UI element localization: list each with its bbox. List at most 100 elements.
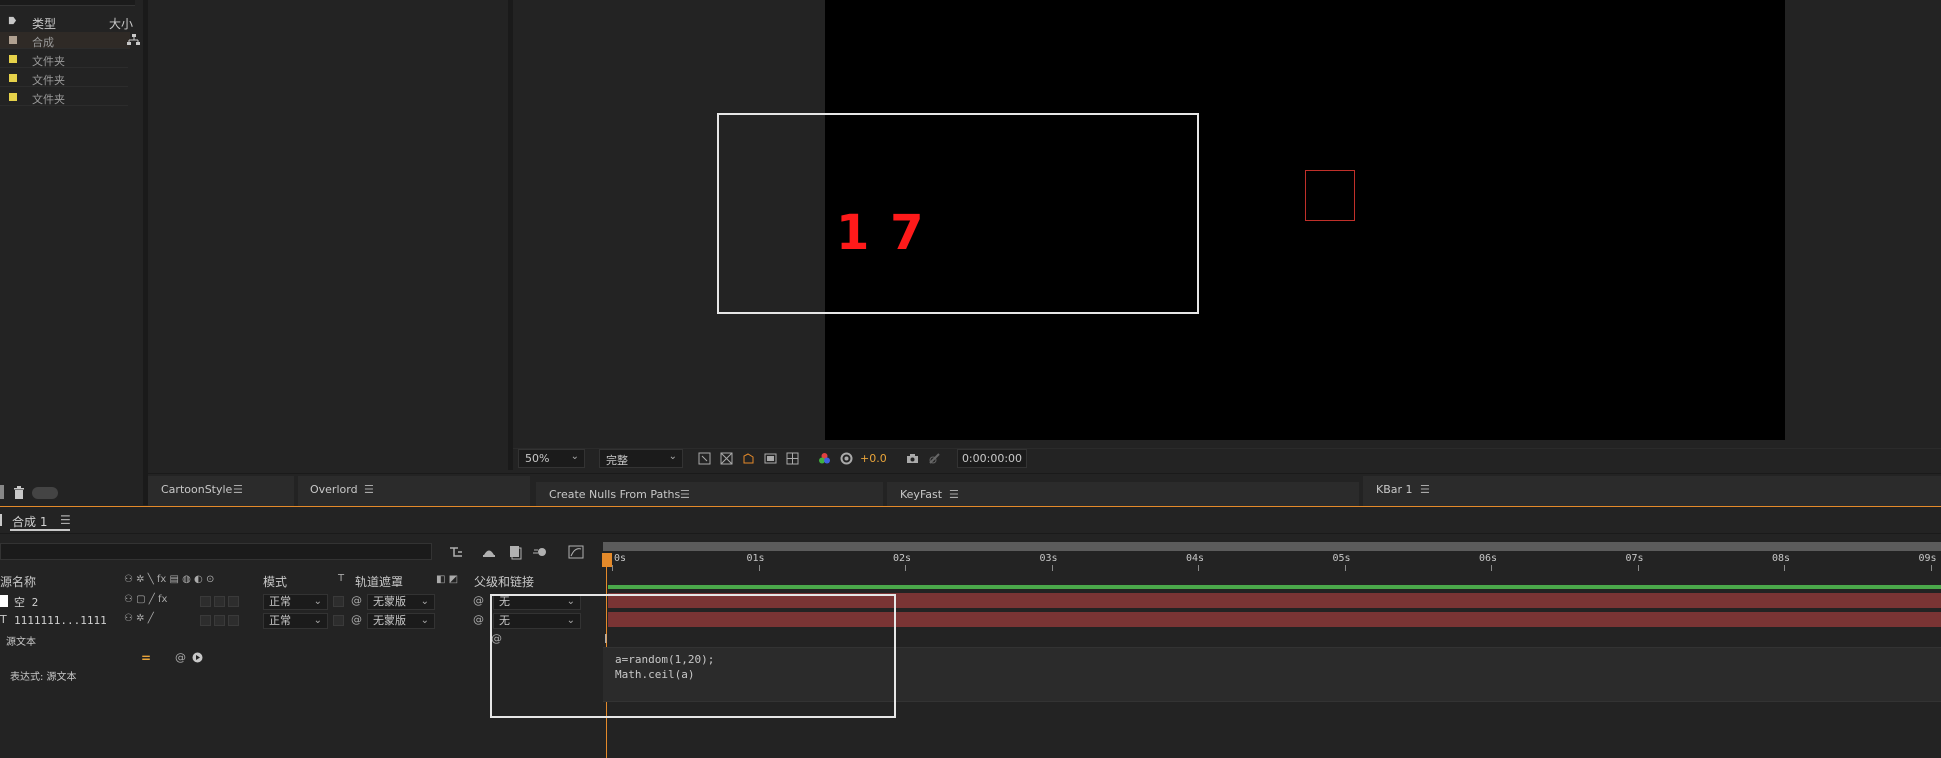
mask-path-icon[interactable] xyxy=(742,452,755,465)
reset-exposure-icon[interactable] xyxy=(840,452,853,465)
trash-icon[interactable] xyxy=(13,486,25,499)
tab-label: KeyFast xyxy=(900,488,943,501)
frame-blending-icon[interactable] xyxy=(507,544,523,560)
preserve-transparency-box[interactable] xyxy=(333,615,344,626)
expression-language-menu-icon[interactable] xyxy=(192,652,203,663)
blend-mode-select[interactable]: 正常 ⌄ xyxy=(263,613,328,629)
track-matte-select[interactable]: 无蒙版 ⌄ xyxy=(367,594,435,610)
time-tick xyxy=(1491,565,1492,571)
col-parent-link[interactable]: 父级和链接 xyxy=(474,573,534,590)
chevron-down-icon: ⌄ xyxy=(313,615,322,626)
current-time-indicator[interactable] xyxy=(602,553,612,567)
tab-cartoonstyle[interactable]: CartoonStyle ☰ xyxy=(148,476,294,506)
safe-margins-icon[interactable] xyxy=(764,452,777,465)
col-track-matte[interactable]: 轨道遮罩 xyxy=(355,573,403,590)
project-item-folder[interactable]: 文件夹 xyxy=(0,89,130,106)
grid-guides-icon[interactable] xyxy=(786,452,799,465)
property-source-text[interactable]: 源文本 xyxy=(6,633,36,648)
switches-header-icons: ⚇ ✲ ╲ fx ▤ ◍ ◐ ⊙ xyxy=(124,574,215,585)
show-snapshot-icon[interactable] xyxy=(928,452,941,465)
parent-pick-whip-icon[interactable]: @ xyxy=(473,594,484,607)
pick-whip-icon[interactable]: @ xyxy=(351,594,362,607)
tab-label: Overlord xyxy=(310,483,358,496)
expression-enable-toggle[interactable]: = xyxy=(141,651,151,665)
camera-snapshot-icon[interactable] xyxy=(906,452,919,465)
project-search-bar[interactable] xyxy=(0,0,135,6)
project-item-folder[interactable]: 文件夹 xyxy=(0,70,130,87)
panel-menu-icon[interactable]: ☰ xyxy=(233,483,243,496)
switch-box[interactable] xyxy=(200,596,211,607)
switch-box[interactable] xyxy=(228,596,239,607)
tab-kbar[interactable]: KBar 1 ☰ xyxy=(1363,476,1941,506)
layer-switches[interactable]: ⚇ ✲ ╱ xyxy=(124,613,154,624)
resolution-dropdown[interactable]: 完整 ⌄ xyxy=(599,449,683,468)
chevron-down-icon: ⌄ xyxy=(420,596,429,607)
time-tick-label: 02s xyxy=(893,553,912,564)
null-layer-box[interactable] xyxy=(1305,170,1355,221)
zoom-value: 50% xyxy=(525,452,550,465)
switch-box[interactable] xyxy=(214,596,225,607)
shy-layers-icon[interactable] xyxy=(481,544,497,560)
motion-blur-icon[interactable] xyxy=(532,544,548,560)
bpc-indicator xyxy=(0,485,4,499)
region-of-interest-icon[interactable] xyxy=(698,452,711,465)
time-tick-label: 08s xyxy=(1772,553,1791,564)
expression-pick-whip-icon[interactable]: @ xyxy=(175,651,186,664)
transparency-grid-icon[interactable] xyxy=(720,452,733,465)
project-item-type: 文件夹 xyxy=(32,93,65,106)
parent-pick-whip-icon[interactable]: @ xyxy=(473,613,484,626)
label-tag-icon xyxy=(8,16,17,25)
project-item-type: 文件夹 xyxy=(32,55,65,68)
graph-editor-icon[interactable] xyxy=(568,544,584,560)
tab-composition[interactable]: 合成 1 xyxy=(12,513,47,530)
exposure-value[interactable]: +0.0 xyxy=(860,452,887,465)
panel-menu-icon[interactable]: ☰ xyxy=(364,483,374,496)
composition-flowchart-icon[interactable] xyxy=(448,544,464,560)
time-tick-label: 06s xyxy=(1479,553,1498,564)
time-tick xyxy=(1344,565,1346,571)
layer-search-input[interactable] xyxy=(0,543,432,560)
switch-box[interactable] xyxy=(200,615,211,626)
project-item-comp[interactable]: 合成 xyxy=(0,32,130,49)
blend-mode-select[interactable]: 正常 ⌄ xyxy=(263,594,328,610)
close-tab-icon[interactable] xyxy=(0,514,2,526)
time-tick xyxy=(1198,565,1199,571)
flowchart-icon[interactable] xyxy=(127,34,140,46)
time-ruler[interactable] xyxy=(603,540,1941,575)
color-channels-icon[interactable] xyxy=(818,452,831,465)
tab-overlord[interactable]: Overlord ☰ xyxy=(298,476,530,506)
work-area-bar[interactable] xyxy=(603,542,1941,551)
project-item-folder[interactable]: 文件夹 xyxy=(0,51,130,68)
project-col-type[interactable]: 类型 xyxy=(32,15,56,32)
switch-box[interactable] xyxy=(228,615,239,626)
blend-mode-value: 正常 xyxy=(269,595,291,608)
current-time-display[interactable]: 0:00:00:00 xyxy=(957,449,1027,468)
track-matte-select[interactable]: 无蒙版 ⌄ xyxy=(367,613,435,629)
highlight-rectangle xyxy=(490,594,896,718)
tab-create-nulls-from-paths[interactable]: Create Nulls From Paths ☰ xyxy=(536,482,883,506)
preserve-transparency-box[interactable] xyxy=(333,596,344,607)
panel-menu-icon[interactable]: ☰ xyxy=(1420,483,1430,496)
layer-name[interactable]: 空 2 xyxy=(14,594,38,610)
toggle-switch[interactable] xyxy=(32,487,58,499)
col-track-matte-t[interactable]: T xyxy=(338,573,344,584)
canvas-random-number-text[interactable]: 1 7 xyxy=(836,205,926,261)
col-mode[interactable]: 模式 xyxy=(263,573,287,590)
layer-color-label[interactable] xyxy=(0,595,8,607)
work-area-range[interactable] xyxy=(608,585,1941,589)
tab-keyfast[interactable]: KeyFast ☰ xyxy=(887,482,1359,506)
project-col-size[interactable]: 大小 xyxy=(109,15,133,32)
time-tick-label: 09s xyxy=(1918,553,1937,564)
label-swatch xyxy=(9,93,17,101)
panel-menu-icon[interactable]: ☰ xyxy=(680,488,690,501)
layer-name[interactable]: 1111111...1111 xyxy=(14,614,107,627)
panel-menu-icon[interactable]: ☰ xyxy=(949,488,959,501)
panel-menu-icon[interactable]: ☰ xyxy=(60,513,71,527)
pick-whip-icon[interactable]: @ xyxy=(351,613,362,626)
resolution-value: 完整 xyxy=(606,454,628,467)
layer-switches[interactable]: ⚇ ▢ ╱ fx xyxy=(124,594,167,605)
col-source-name[interactable]: 源名称 xyxy=(0,573,36,590)
switch-box[interactable] xyxy=(214,615,225,626)
zoom-dropdown[interactable]: 50% ⌄ xyxy=(518,449,585,468)
preserve-transparency-icons: ◧ ◩ xyxy=(436,574,459,585)
